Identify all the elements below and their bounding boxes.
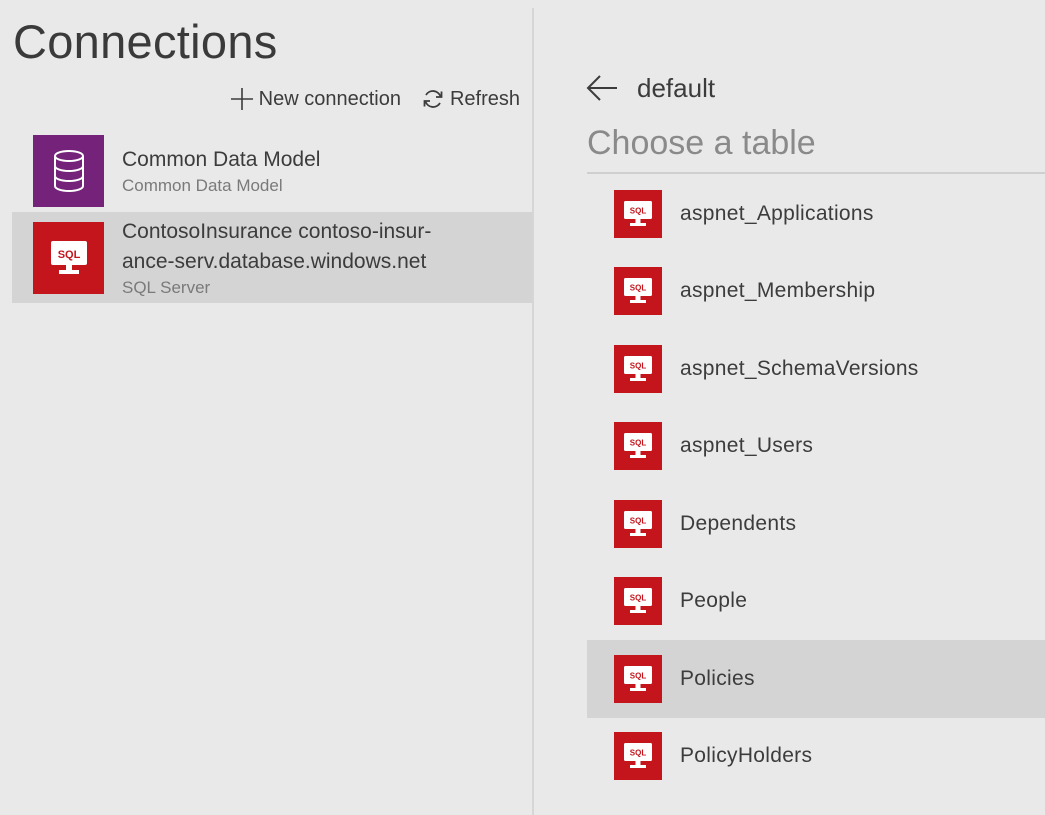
sql-icon-text: SQL <box>630 439 647 448</box>
connection-name-line2: ance-serv.database.windows.net <box>122 249 427 273</box>
connection-text: Common Data Model Common Data Model <box>122 145 320 197</box>
table-item[interactable]: SQL aspnet_SchemaVersions <box>587 330 1045 408</box>
sql-table-icon: SQL <box>614 577 662 626</box>
sql-table-icon: SQL <box>614 422 662 471</box>
connection-name-line1: ContosoInsurance contoso-insur- <box>122 219 432 243</box>
table-name: aspnet_SchemaVersions <box>680 356 919 380</box>
page-title: Connections <box>13 15 278 68</box>
connection-name: Common Data Model <box>122 147 321 171</box>
breadcrumb: default <box>586 70 715 106</box>
connection-actions: New connection Refresh <box>230 84 520 114</box>
table-name: PolicyHolders <box>680 744 813 768</box>
table-item[interactable]: SQL Dependents <box>587 485 1045 563</box>
database-name: default <box>637 72 716 103</box>
sql-icon-text: SQL <box>630 594 647 603</box>
table-item[interactable]: SQL aspnet_Users <box>587 408 1045 486</box>
table-name: Policies <box>680 666 755 690</box>
table-item[interactable]: SQL aspnet_Membership <box>587 253 1045 331</box>
table-name: aspnet_Users <box>680 434 814 458</box>
sql-table-icon: SQL <box>614 654 662 703</box>
sql-table-icon: SQL <box>614 267 662 316</box>
sql-icon-text: SQL <box>630 749 647 758</box>
tables-panel: default Choose a table SQL aspnet_Applica… <box>534 0 1045 815</box>
database-icon <box>33 134 104 207</box>
connection-list: Common Data Model Common Data Model SQL … <box>12 129 532 303</box>
back-arrow-icon[interactable] <box>586 74 618 102</box>
sql-table-icon: SQL <box>614 732 662 781</box>
table-name: People <box>680 589 748 613</box>
plus-icon <box>230 87 254 111</box>
sql-icon-text: SQL <box>630 206 647 215</box>
connection-type: Common Data Model <box>122 175 283 195</box>
table-name: aspnet_Applications <box>680 201 874 225</box>
table-name: aspnet_Membership <box>680 279 876 303</box>
sql-icon-text: SQL <box>57 249 80 261</box>
connection-text: ContosoInsurance contoso-insur- ance-ser… <box>122 217 431 299</box>
sql-table-icon: SQL <box>614 189 662 238</box>
sql-table-icon: SQL <box>614 499 662 548</box>
sql-icon-text: SQL <box>630 361 647 370</box>
connections-panel: Connections New connection Refresh Commo… <box>0 0 532 815</box>
sql-icon-text: SQL <box>630 516 647 525</box>
connection-type: SQL Server <box>122 277 211 297</box>
table-list: SQL aspnet_Applications SQL aspnet_Membersh… <box>587 175 1045 795</box>
refresh-icon <box>421 87 445 111</box>
table-name: Dependents <box>680 511 797 535</box>
table-item[interactable]: SQL aspnet_Applications <box>587 175 1045 253</box>
new-connection-button[interactable]: New connection <box>230 87 401 111</box>
app-window: Connections New connection Refresh Commo… <box>0 0 1045 815</box>
table-item[interactable]: SQL PolicyHolders <box>587 718 1045 796</box>
heading-underline <box>587 172 1045 174</box>
table-item[interactable]: SQL Policies <box>587 640 1045 718</box>
refresh-button[interactable]: Refresh <box>421 87 520 111</box>
choose-table-heading: Choose a table <box>587 124 816 162</box>
connection-item-contoso-insurance[interactable]: SQL ContosoInsurance contoso-insur- ance… <box>12 212 532 303</box>
sql-table-icon: SQL <box>614 344 662 393</box>
sql-icon-text: SQL <box>630 671 647 680</box>
sql-icon: SQL <box>33 221 104 294</box>
table-item[interactable]: SQL People <box>587 563 1045 641</box>
sql-icon-text: SQL <box>630 284 647 293</box>
connection-item-common-data-model[interactable]: Common Data Model Common Data Model <box>12 129 532 212</box>
refresh-label: Refresh <box>449 87 520 110</box>
new-connection-label: New connection <box>258 87 401 110</box>
